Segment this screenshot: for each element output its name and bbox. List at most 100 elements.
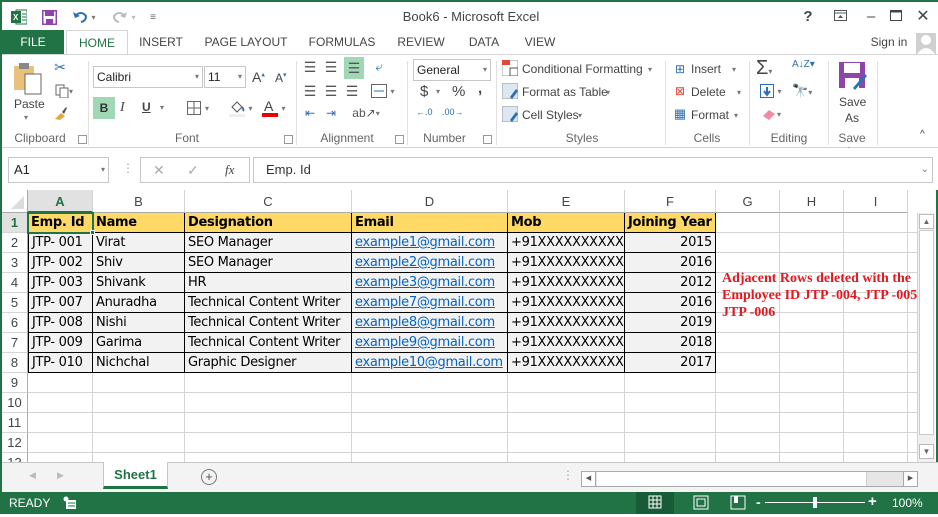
- email-link[interactable]: example9@gmail.com: [355, 335, 495, 350]
- percent-button[interactable]: %: [452, 83, 465, 100]
- maximize-icon[interactable]: [885, 6, 907, 28]
- table-cell[interactable]: example7@gmail.com: [352, 293, 508, 313]
- horizontal-scrollbar[interactable]: ◀ ▶: [581, 471, 918, 487]
- row-header-2[interactable]: 2: [2, 233, 28, 253]
- minimize-icon[interactable]: –: [860, 6, 882, 28]
- scroll-right-icon[interactable]: ▶: [903, 472, 917, 486]
- conditional-formatting-button[interactable]: Conditional Formatting: [522, 62, 643, 76]
- page-layout-view-icon[interactable]: [686, 492, 716, 514]
- merge-center-icon[interactable]: ▾: [368, 83, 398, 99]
- format-dropdown-icon[interactable]: ▾: [734, 111, 738, 120]
- table-cell[interactable]: 2016: [625, 293, 716, 313]
- orientation-icon[interactable]: ab↗ ▾: [352, 105, 380, 121]
- bold-button[interactable]: B: [93, 97, 115, 119]
- cancel-formula-icon[interactable]: ✕: [153, 162, 165, 179]
- help-button[interactable]: ?: [797, 6, 819, 28]
- table-cell[interactable]: 2016: [625, 253, 716, 273]
- column-header-e[interactable]: E: [508, 190, 625, 213]
- format-painter-icon[interactable]: [52, 105, 68, 121]
- table-cell[interactable]: +91XXXXXXXXXX: [508, 233, 625, 253]
- row-header-11[interactable]: 11: [2, 413, 28, 433]
- column-header-d[interactable]: D: [352, 190, 508, 213]
- name-box[interactable]: A1 ▾: [8, 157, 109, 183]
- table-cell[interactable]: Technical Content Writer: [185, 293, 352, 313]
- conditional-formatting-dropdown-icon[interactable]: ▾: [648, 65, 652, 74]
- decrease-decimal-icon[interactable]: .00→: [442, 107, 464, 117]
- table-header-cell[interactable]: Email: [352, 213, 508, 233]
- underline-button[interactable]: U: [142, 100, 151, 114]
- table-cell[interactable]: +91XXXXXXXXXX: [508, 333, 625, 353]
- table-cell[interactable]: JTP- 010: [28, 353, 93, 373]
- zoom-slider-thumb[interactable]: [813, 497, 817, 508]
- table-cell[interactable]: JTP- 007: [28, 293, 93, 313]
- email-link[interactable]: example1@gmail.com: [355, 235, 495, 250]
- vertical-scroll-thumb[interactable]: [919, 230, 934, 435]
- ribbon-display-options-icon[interactable]: [829, 6, 851, 28]
- clear-icon[interactable]: ▾: [758, 106, 784, 122]
- horizontal-scroll-thumb[interactable]: [597, 472, 867, 486]
- column-header-h[interactable]: H: [780, 190, 844, 213]
- scroll-left-icon[interactable]: ◀: [582, 472, 596, 486]
- align-center-icon[interactable]: ☰: [323, 83, 339, 99]
- row-header-6[interactable]: 6: [2, 313, 28, 333]
- paste-dropdown-icon[interactable]: ▾: [24, 113, 28, 122]
- column-header-a[interactable]: A: [28, 190, 93, 213]
- delete-cells-button[interactable]: Delete: [691, 85, 726, 99]
- italic-button[interactable]: I: [120, 100, 125, 116]
- cell-styles-icon[interactable]: [502, 106, 518, 122]
- table-cell[interactable]: +91XXXXXXXXXX: [508, 293, 625, 313]
- sort-filter-icon[interactable]: A↓Z▾: [792, 59, 815, 70]
- delete-cells-icon[interactable]: ⊠: [672, 83, 688, 99]
- table-cell[interactable]: Garima: [93, 333, 185, 353]
- alignment-launcher-icon[interactable]: [395, 135, 404, 144]
- paste-icon[interactable]: [12, 61, 44, 97]
- number-launcher-icon[interactable]: [483, 135, 492, 144]
- font-size-combo[interactable]: 11 ▾: [204, 66, 246, 88]
- conditional-formatting-icon[interactable]: [502, 60, 518, 76]
- table-cell[interactable]: JTP- 003: [28, 273, 93, 293]
- table-cell[interactable]: 2017: [625, 353, 716, 373]
- row-header-8[interactable]: 8: [2, 353, 28, 373]
- insert-function-button[interactable]: fx: [225, 162, 234, 178]
- table-cell[interactable]: SEO Manager: [185, 253, 352, 273]
- cell-styles-dropdown-icon[interactable]: ▾: [578, 111, 582, 120]
- increase-decimal-icon[interactable]: ←.0: [416, 107, 433, 117]
- format-as-table-button[interactable]: Format as Table: [522, 85, 608, 99]
- increase-font-size-icon[interactable]: A▴: [252, 69, 265, 85]
- table-cell[interactable]: example2@gmail.com: [352, 253, 508, 273]
- paste-label[interactable]: Paste: [14, 97, 45, 111]
- sheet-scroll-right-icon[interactable]: ▶: [57, 470, 64, 481]
- column-header-f[interactable]: F: [625, 190, 716, 213]
- tab-insert[interactable]: INSERT: [132, 30, 190, 54]
- table-cell[interactable]: Technical Content Writer: [185, 313, 352, 333]
- table-cell[interactable]: SEO Manager: [185, 233, 352, 253]
- save-as-button-line1[interactable]: Save: [839, 95, 866, 109]
- collapse-ribbon-icon[interactable]: ^: [920, 129, 925, 140]
- table-header-cell[interactable]: Joining Year: [625, 213, 716, 233]
- sign-in-link[interactable]: Sign in: [864, 30, 914, 54]
- table-header-cell[interactable]: Name: [93, 213, 185, 233]
- save-as-icon[interactable]: [838, 61, 868, 91]
- vertical-scrollbar[interactable]: ▲ ▼: [917, 213, 935, 463]
- underline-dropdown-icon[interactable]: ▾: [160, 103, 164, 112]
- currency-dropdown-icon[interactable]: ▾: [436, 87, 440, 96]
- table-cell[interactable]: Nishi: [93, 313, 185, 333]
- email-link[interactable]: example3@gmail.com: [355, 275, 495, 290]
- autosum-icon[interactable]: Σ▾: [756, 57, 772, 80]
- fill-icon[interactable]: ▾: [758, 83, 784, 99]
- table-cell[interactable]: +91XXXXXXXXXX: [508, 253, 625, 273]
- table-cell[interactable]: +91XXXXXXXXXX: [508, 353, 625, 373]
- delete-dropdown-icon[interactable]: ▾: [737, 88, 741, 97]
- tab-page-layout[interactable]: PAGE LAYOUT: [198, 30, 294, 54]
- tab-view[interactable]: VIEW: [517, 30, 563, 54]
- confirm-formula-icon[interactable]: ✓: [187, 162, 199, 179]
- middle-align-icon[interactable]: ☰: [323, 59, 339, 75]
- borders-icon[interactable]: ▾: [184, 100, 212, 116]
- table-cell[interactable]: JTP- 009: [28, 333, 93, 353]
- currency-button[interactable]: $: [420, 83, 428, 100]
- table-cell[interactable]: +91XXXXXXXXXX: [508, 313, 625, 333]
- font-color-icon[interactable]: A ▾: [259, 97, 289, 119]
- tab-formulas[interactable]: FORMULAS: [302, 30, 382, 54]
- table-cell[interactable]: example1@gmail.com: [352, 233, 508, 253]
- number-format-combo[interactable]: General ▾: [413, 59, 491, 81]
